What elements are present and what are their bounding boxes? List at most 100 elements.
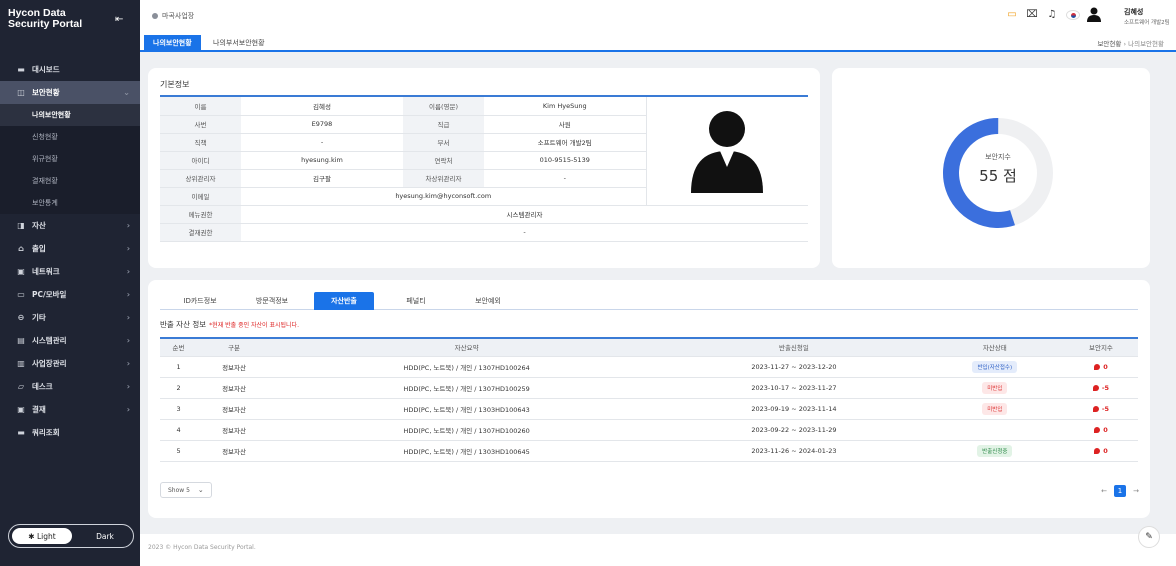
system-icon: ▤ <box>17 336 25 345</box>
monitor-icon[interactable]: ▭ <box>1006 9 1018 21</box>
query-icon: ▬ <box>17 428 25 437</box>
table-row[interactable]: 5 정보자산 HDD(PC, 노트북) / 개인 / 1303HD100645 202… <box>160 440 1138 462</box>
sidebar-item[interactable]: ▣ 결재 › <box>0 398 140 421</box>
info-value: 시스템관리자 <box>241 205 808 224</box>
table-cell: 0 <box>1063 356 1138 378</box>
theme-toggle[interactable]: ✱ Light Dark <box>8 524 134 548</box>
sun-icon: ✱ <box>28 531 37 541</box>
sidebar-item[interactable]: ▥ 사업장관리 › <box>0 352 140 375</box>
user-name[interactable]: 김혜성 <box>1124 7 1143 17</box>
page-size-select[interactable]: Show 5 ⌄ <box>160 482 212 498</box>
sidebar-item[interactable]: ▤ 시스템관리 › <box>0 329 140 352</box>
table-cell: 2023-10-17 ~ 2023-11-27 <box>662 377 926 399</box>
chevron-right-icon: › <box>126 267 130 276</box>
sidebar-item[interactable]: ▣ 네트워크 › <box>0 260 140 283</box>
sidebar-item[interactable]: ◫ 보안현황 ⌄ <box>0 81 140 104</box>
info-label: 이름 <box>160 97 241 116</box>
shield-score-icon <box>1094 426 1101 433</box>
theme-light-button[interactable]: ✱ Light <box>12 528 72 544</box>
table-cell: 2023-11-26 ~ 2024-01-23 <box>662 440 926 462</box>
edit-pencil-icon[interactable]: ✎ <box>1138 526 1160 548</box>
sidebar-subitem[interactable]: 보안통계 <box>0 192 140 214</box>
basic-info-card: 기본정보 이름 김혜성 이름(영문) Kim HyeSung 사번 E9798 직급 사원 직책… <box>148 68 820 268</box>
table-row[interactable]: 4 정보자산 HDD(PC, 노트북) / 개인 / 1307HD100260 202… <box>160 419 1138 441</box>
info-label: 상위관리자 <box>160 169 241 188</box>
status-badge: 미반입 <box>982 381 1008 394</box>
tab-my-security[interactable]: 나의보안현황 <box>144 35 201 51</box>
korea-flag-icon[interactable] <box>1066 10 1080 20</box>
sidebar: Hycon Data Security Portal ⇤ ▬ 대시보드 ◫ 보안현황 ⌄… <box>0 0 140 566</box>
chevron-right-icon: › <box>126 290 130 299</box>
score-value: 0 <box>1094 363 1108 371</box>
shield-score-icon <box>1092 405 1099 412</box>
column-header: 순번 <box>160 339 198 357</box>
table-row[interactable]: 2 정보자산 HDD(PC, 노트북) / 개인 / 1307HD100259 202… <box>160 377 1138 399</box>
column-header: 보안지수 <box>1063 339 1138 357</box>
sidebar-item[interactable]: ▭ PC/모바일 › <box>0 283 140 306</box>
avatar[interactable] <box>1086 6 1102 22</box>
table-row[interactable]: 3 정보자산 HDD(PC, 노트북) / 개인 / 1303HD100643 202… <box>160 398 1138 420</box>
info-value: 사원 <box>484 115 646 134</box>
sidebar-item[interactable]: ▬ 쿼리조회 <box>0 421 140 444</box>
location-selector[interactable]: 마곡사업장 <box>152 11 194 21</box>
table-cell: 반입(자산접수) <box>925 356 1064 378</box>
sidebar-item[interactable]: ◨ 자산 › <box>0 214 140 237</box>
info-row: 결재권한 - <box>160 223 808 242</box>
info-label: 직책 <box>160 133 241 152</box>
profile-photo <box>645 97 808 206</box>
tab-dept-security[interactable]: 나의부서보안현황 <box>204 35 274 51</box>
shield-score-icon <box>1092 384 1099 391</box>
approval-icon: ▣ <box>17 405 25 414</box>
building-icon: ▥ <box>17 359 25 368</box>
next-page-icon[interactable]: → <box>1130 485 1142 497</box>
detail-tab[interactable]: ID카드정보 <box>170 292 230 310</box>
score-value: -5 <box>1092 384 1109 392</box>
table-cell: 정보자산 <box>197 398 272 420</box>
info-value: hyesung.kim <box>241 151 403 170</box>
asset-icon: ◨ <box>17 221 25 230</box>
menu-collapse-icon[interactable]: ⇤ <box>115 15 127 25</box>
sidebar-item-label: 시스템관리 <box>32 336 67 345</box>
table-cell: 정보자산 <box>197 356 272 378</box>
sidebar-subitem[interactable]: 나의보안현황 <box>0 104 140 126</box>
info-value: 소프트웨어 개발2팀 <box>484 133 646 152</box>
table-cell: -5 <box>1063 377 1138 399</box>
info-value: - <box>484 169 646 188</box>
table-cell: HDD(PC, 노트북) / 개인 / 1303HD100645 <box>271 440 663 462</box>
detail-tab[interactable]: 방문객정보 <box>242 292 302 310</box>
prev-page-icon[interactable]: ← <box>1098 485 1110 497</box>
sidebar-item[interactable]: ▬ 대시보드 <box>0 58 140 81</box>
detail-tabs: ID카드정보 방문객정보 자산반출 페널티 보안예외 <box>160 292 1138 310</box>
sidebar-item-label: 출입 <box>32 244 46 253</box>
security-index-card: 보안지수 55 점 <box>832 68 1150 268</box>
shield-score-icon <box>1094 363 1101 370</box>
network-icon: ▣ <box>17 267 25 276</box>
info-value: 010-9515-5139 <box>484 151 646 170</box>
detail-tab[interactable]: 자산반출 <box>314 292 374 310</box>
door-icon: ⌂ <box>18 244 24 253</box>
sidebar-item[interactable]: ▱ 데스크 › <box>0 375 140 398</box>
page-number[interactable]: 1 <box>1114 485 1126 497</box>
detail-card: ID카드정보 방문객정보 자산반출 페널티 보안예외 반출 자산 정보 *현재 반출 중인… <box>148 280 1150 518</box>
sidebar-item[interactable]: ⌂ 출입 › <box>0 237 140 260</box>
table-row[interactable]: 1 정보자산 HDD(PC, 노트북) / 개인 / 1307HD100264 202… <box>160 356 1138 378</box>
info-label: 이름(영문) <box>403 97 484 116</box>
info-value: Kim HyeSung <box>484 97 646 116</box>
footer-text: 2023 © Hycon Data Security Portal. <box>148 544 256 551</box>
table-cell: 2023-11-27 ~ 2023-12-20 <box>662 356 926 378</box>
sidebar-subitem[interactable]: 결재현황 <box>0 170 140 192</box>
table-cell: HDD(PC, 노트북) / 개인 / 1307HD100260 <box>271 419 663 441</box>
sidebar-item[interactable]: ⊖ 기타 › <box>0 306 140 329</box>
sidebar-subitem[interactable]: 위규현황 <box>0 148 140 170</box>
theme-dark-button[interactable]: Dark <box>79 528 131 544</box>
section-note: *현재 반출 중인 자산이 표시됩니다. <box>209 322 299 329</box>
detail-tab[interactable]: 페널티 <box>386 292 446 310</box>
pc-icon: ▭ <box>17 290 25 299</box>
sidebar-subitem[interactable]: 신청현황 <box>0 126 140 148</box>
calendar-icon[interactable]: ⌧ <box>1026 9 1038 21</box>
sidebar-item-label: 기타 <box>32 313 46 322</box>
table-cell <box>925 419 1064 441</box>
bell-icon[interactable]: ♫ <box>1046 9 1058 21</box>
detail-tab[interactable]: 보안예외 <box>458 292 518 310</box>
sidebar-item-label: 사업장관리 <box>32 359 67 368</box>
